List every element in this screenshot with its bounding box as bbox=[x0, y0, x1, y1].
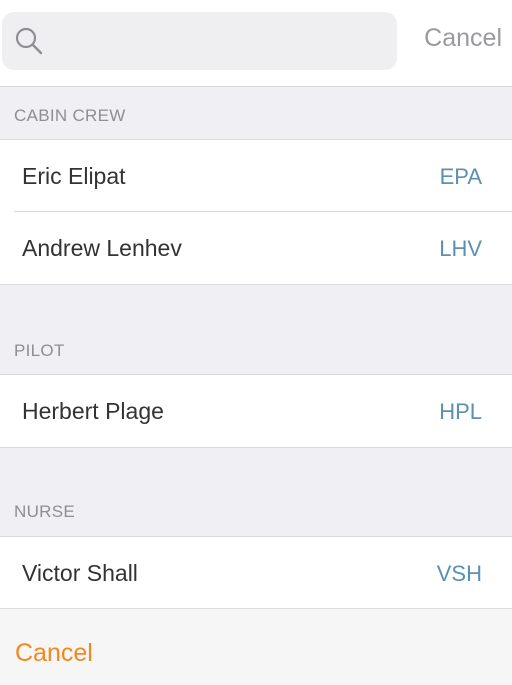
section-title: CABIN CREW bbox=[14, 106, 126, 125]
crew-name: Victor Shall bbox=[22, 560, 138, 586]
search-input[interactable] bbox=[54, 22, 388, 62]
section-title: PILOT bbox=[14, 341, 65, 360]
crew-code: EPA bbox=[439, 164, 482, 189]
list-item[interactable]: Andrew Lenhev LHV bbox=[0, 212, 512, 285]
list-item[interactable]: Eric Elipat EPA bbox=[0, 139, 512, 212]
crew-name: Herbert Plage bbox=[22, 398, 164, 424]
crew-name: Eric Elipat bbox=[22, 163, 126, 189]
search-cancel-button[interactable]: Cancel bbox=[424, 24, 502, 53]
list-item[interactable]: Herbert Plage HPL bbox=[0, 374, 512, 448]
bottom-toolbar: Cancel bbox=[0, 608, 512, 685]
search-icon bbox=[15, 27, 43, 55]
crew-code: VSH bbox=[436, 561, 482, 586]
crew-code: LHV bbox=[439, 236, 482, 261]
crew-name: Andrew Lenhev bbox=[22, 235, 182, 261]
crew-code: HPL bbox=[439, 399, 482, 424]
search-field[interactable] bbox=[2, 12, 397, 70]
cancel-button[interactable]: Cancel bbox=[15, 639, 93, 668]
search-bar: Cancel bbox=[0, 0, 512, 87]
list-item[interactable]: Victor Shall VSH bbox=[0, 536, 512, 609]
section-title: NURSE bbox=[14, 502, 76, 521]
